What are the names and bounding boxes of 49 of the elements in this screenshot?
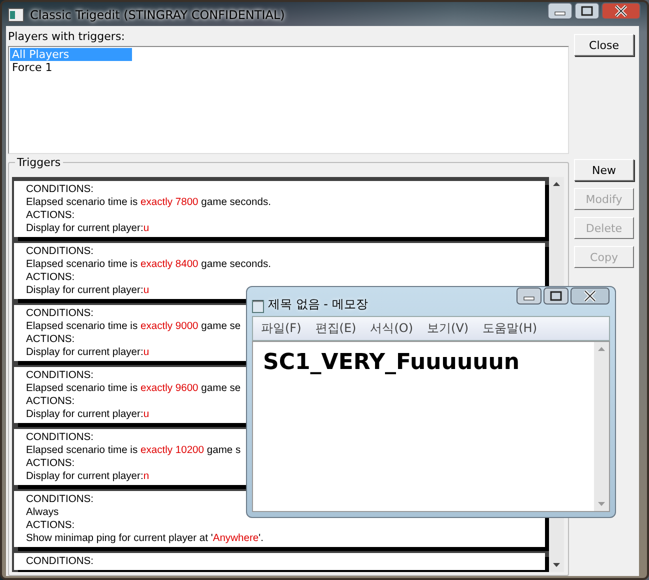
trigger-text: CONDITIONS: (26, 555, 94, 568)
trigger-text: Display for current player:u (26, 408, 150, 421)
maximize-icon[interactable] (543, 287, 569, 305)
close-icon[interactable] (570, 287, 610, 305)
trigger-text: Display for current player:u (26, 284, 150, 297)
trigger-item[interactable]: CONDITIONS: Elapsed scenario time is exactly 7800 game seconds. ACTIONS: Display for current player:u (14, 181, 545, 237)
trigger-text: Elapsed scenario time is exactly 9000 game se (26, 320, 241, 333)
trigger-item[interactable]: CONDITIONS: (14, 553, 545, 570)
trigger-text: Show minimap ping for current player at 'Anywhere'. (26, 532, 264, 545)
trigger-text: Always (26, 506, 59, 519)
trigger-text: CONDITIONS: (26, 183, 94, 196)
trigger-text: Elapsed scenario time is exactly 8400 game seconds. (26, 258, 271, 271)
app-icon (8, 8, 24, 22)
player-item[interactable]: Force 1 (10, 61, 132, 74)
trigger-text: Display for current player:u (26, 346, 150, 359)
trigger-text: ACTIONS: (26, 395, 75, 408)
menu-item[interactable]: 도움말(H) (482, 320, 537, 337)
trigger-text: Display for current player:n (26, 470, 150, 483)
trigger-text: CONDITIONS: (26, 307, 94, 320)
trigger-text: ACTIONS: (26, 457, 75, 470)
menu-item[interactable]: 서식(O) (370, 320, 414, 337)
minimize-icon[interactable] (516, 287, 542, 305)
close-icon[interactable] (601, 2, 641, 20)
trigger-text: Elapsed scenario time is exactly 10200 game s (26, 444, 241, 457)
notepad-dialog[interactable]: 제목 없음 - 메모장 파일(F) 편집(E) 서식(O) 보기(V) 도움말(H) SC1_VERY_Fuuuuuun (246, 286, 616, 518)
menu-item[interactable]: 편집(E) (315, 320, 356, 337)
menu-item[interactable]: 파일(F) (261, 320, 302, 337)
trigger-text: Display for current player:u (26, 222, 150, 235)
trigger-text: Elapsed scenario time is exactly 7800 game seconds. (26, 196, 271, 209)
scroll-down-icon[interactable] (552, 560, 561, 569)
trigger-text: ACTIONS: (26, 209, 75, 222)
minimize-icon[interactable] (547, 2, 573, 20)
trigger-text: CONDITIONS: (26, 493, 94, 506)
trigger-text: ACTIONS: (26, 333, 75, 346)
trigger-button[interactable]: New (574, 159, 634, 181)
close-button[interactable]: Close (574, 34, 634, 56)
window-title: Classic Trigedit (STINGRAY CONFIDENTIAL) (30, 8, 285, 22)
trigger-text: Elapsed scenario time is exactly 9600 game se (26, 382, 241, 395)
trigger-text: CONDITIONS: (26, 369, 94, 382)
notepad-icon (252, 299, 264, 313)
trigger-text: ACTIONS: (26, 519, 75, 532)
menu-item[interactable]: 보기(V) (427, 320, 469, 337)
players-label: Players with triggers: (8, 30, 126, 43)
triggers-label: Triggers (15, 156, 63, 169)
trigger-text: CONDITIONS: (26, 245, 94, 258)
trigger-text: ACTIONS: (26, 271, 75, 284)
maximize-icon[interactable] (574, 2, 600, 20)
scroll-up-icon[interactable] (552, 180, 561, 189)
trigger-text: CONDITIONS: (26, 431, 94, 444)
